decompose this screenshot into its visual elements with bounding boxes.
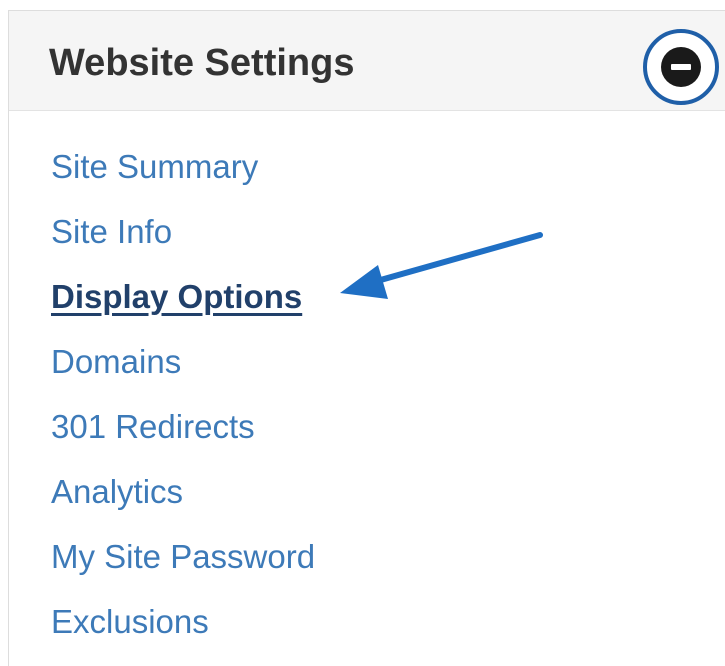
nav-item-domains[interactable]: Domains [51, 339, 315, 404]
settings-nav-list: Site Summary Site Info Display Options D… [51, 144, 315, 664]
arrow-shaft [367, 232, 543, 286]
website-settings-panel: Website Settings Site Summary Site Info … [8, 10, 725, 666]
panel-title: Website Settings [49, 42, 355, 84]
nav-item-site-summary[interactable]: Site Summary [51, 144, 315, 209]
minus-bar [671, 64, 691, 70]
page: Website Settings Site Summary Site Info … [0, 0, 725, 666]
nav-item-display-options[interactable]: Display Options [51, 274, 315, 339]
collapse-button[interactable] [643, 29, 719, 105]
panel-header: Website Settings [9, 11, 725, 111]
nav-item-site-info[interactable]: Site Info [51, 209, 315, 274]
arrow-left-icon [340, 232, 543, 299]
nav-item-analytics[interactable]: Analytics [51, 469, 315, 534]
arrow-head [340, 265, 388, 299]
nav-item-exclusions[interactable]: Exclusions [51, 599, 315, 664]
nav-item-301-redirects[interactable]: 301 Redirects [51, 404, 315, 469]
nav-item-my-site-password[interactable]: My Site Password [51, 534, 315, 599]
minus-circle-icon [661, 47, 701, 87]
